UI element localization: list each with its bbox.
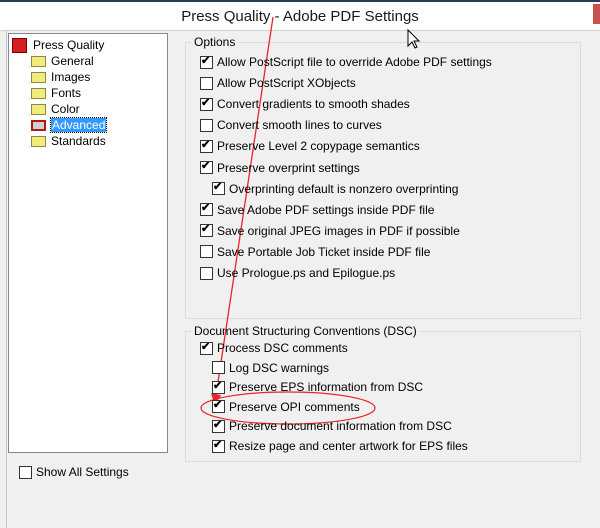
dsc-checkbox[interactable]: Preserve EPS information from DSC bbox=[212, 380, 423, 394]
folder-icon bbox=[31, 87, 46, 99]
tree-item-label: Standards bbox=[51, 134, 106, 148]
checkbox-box[interactable] bbox=[212, 361, 225, 375]
tree-item-label: Color bbox=[51, 102, 80, 116]
checkbox-box[interactable] bbox=[200, 203, 213, 217]
checkbox-label: Preserve EPS information from DSC bbox=[229, 380, 424, 395]
options-checkbox[interactable]: Save Portable Job Ticket inside PDF file bbox=[200, 245, 430, 259]
settings-tree[interactable]: Press Quality General Images Fonts Color Adv… bbox=[8, 33, 168, 453]
tree-item-images[interactable]: Images bbox=[31, 69, 90, 85]
checkbox-label: Resize page and center artwork for EPS f… bbox=[229, 439, 468, 453]
dsc-checkbox[interactable]: Preserve document information from DSC bbox=[212, 419, 452, 433]
tree-item-label: Advanced bbox=[49, 117, 108, 133]
checkbox-box[interactable] bbox=[200, 224, 213, 238]
options-checkbox[interactable]: Overprinting default is nonzero overprin… bbox=[212, 182, 458, 196]
checkbox-label: Convert gradients to smooth shades bbox=[217, 97, 410, 112]
tree-root-label: Press Quality bbox=[33, 38, 105, 52]
options-group-label: Options bbox=[192, 35, 238, 49]
folder-icon bbox=[31, 71, 46, 83]
checkbox-label: Save original JPEG images in PDF if poss… bbox=[217, 223, 460, 238]
title-bar: Press Quality - Adobe PDF Settings bbox=[0, 0, 600, 31]
options-checkbox[interactable]: Preserve Level 2 copypage semantics bbox=[200, 139, 420, 153]
checkbox-label: Save Portable Job Ticket inside PDF file bbox=[217, 244, 431, 259]
checkbox-box[interactable] bbox=[200, 139, 213, 153]
options-checkbox[interactable]: Convert smooth lines to curves bbox=[200, 118, 382, 132]
checkbox-label: Overprinting default is nonzero overprin… bbox=[229, 181, 459, 196]
options-checkbox[interactable]: Save original JPEG images in PDF if poss… bbox=[200, 224, 460, 238]
window-edge bbox=[6, 31, 7, 528]
checkbox-label: Allow PostScript file to override Adobe … bbox=[217, 55, 492, 69]
dsc-checkbox[interactable]: Process DSC comments bbox=[200, 341, 348, 355]
folder-icon bbox=[31, 55, 46, 67]
dsc-checkbox[interactable]: Resize page and center artwork for EPS f… bbox=[212, 439, 468, 453]
checkbox-label: Allow PostScript XObjects bbox=[217, 76, 356, 91]
checkbox-box[interactable] bbox=[200, 245, 213, 259]
tree-item-general[interactable]: General bbox=[31, 53, 94, 69]
checkbox-label: Preserve overprint settings bbox=[217, 160, 360, 175]
checkbox-box[interactable] bbox=[212, 182, 225, 196]
checkbox-box[interactable] bbox=[200, 55, 213, 69]
tree-item-standards[interactable]: Standards bbox=[31, 133, 106, 149]
checkbox-label: Use Prologue.ps and Epilogue.ps bbox=[217, 266, 396, 280]
checkbox-box[interactable] bbox=[212, 380, 225, 394]
checkbox-label: Process DSC comments bbox=[217, 341, 348, 355]
window-title: Press Quality - Adobe PDF Settings bbox=[181, 8, 419, 25]
checkbox-label: Log DSC warnings bbox=[229, 360, 330, 375]
tree-item-label: Fonts bbox=[51, 86, 82, 100]
show-all-settings-label: Show All Settings bbox=[36, 465, 129, 479]
show-all-settings-checkbox[interactable]: Show All Settings bbox=[19, 465, 129, 479]
checkbox-label: Save Adobe PDF settings inside PDF file bbox=[217, 202, 435, 217]
checkbox-box[interactable] bbox=[200, 76, 213, 90]
options-checkbox[interactable]: Convert gradients to smooth shades bbox=[200, 97, 410, 111]
checkbox-label: Preserve document information from DSC bbox=[229, 419, 452, 434]
options-checkbox[interactable]: Preserve overprint settings bbox=[200, 161, 360, 175]
checkbox-box[interactable] bbox=[200, 161, 213, 174]
close-button[interactable] bbox=[593, 4, 600, 24]
options-checkbox[interactable]: Allow PostScript XObjects bbox=[200, 76, 356, 90]
checkbox-label: Preserve OPI comments bbox=[229, 399, 360, 414]
checkbox-label: Preserve Level 2 copypage semantics bbox=[217, 139, 420, 154]
tree-item-label: Images bbox=[51, 70, 91, 84]
options-checkbox[interactable]: Allow PostScript file to override Adobe … bbox=[200, 55, 492, 69]
checkbox-box[interactable] bbox=[200, 97, 213, 111]
dsc-checkbox[interactable]: Log DSC warnings bbox=[212, 361, 329, 375]
options-checkbox[interactable]: Use Prologue.ps and Epilogue.ps bbox=[200, 266, 395, 280]
checkbox-box[interactable] bbox=[200, 266, 213, 280]
tree-item-label: General bbox=[51, 54, 94, 68]
pdf-settings-icon bbox=[12, 37, 27, 53]
tree-item-color[interactable]: Color bbox=[31, 101, 80, 117]
dsc-group-label: Document Structuring Conventions (DSC) bbox=[192, 324, 419, 338]
open-folder-icon bbox=[31, 119, 46, 131]
tree-root[interactable]: Press Quality bbox=[12, 37, 104, 53]
checkbox-box[interactable] bbox=[212, 439, 225, 453]
checkbox-box[interactable] bbox=[212, 419, 225, 433]
checkbox-box[interactable] bbox=[200, 118, 213, 132]
dsc-checkbox[interactable]: Preserve OPI comments bbox=[212, 400, 360, 414]
tree-item-advanced[interactable]: Advanced bbox=[31, 117, 108, 133]
checkbox-box[interactable] bbox=[212, 400, 225, 414]
folder-icon bbox=[31, 135, 46, 147]
checkbox-label: Convert smooth lines to curves bbox=[217, 118, 382, 133]
tree-item-fonts[interactable]: Fonts bbox=[31, 85, 81, 101]
options-checkbox[interactable]: Save Adobe PDF settings inside PDF file bbox=[200, 203, 434, 217]
folder-icon bbox=[31, 103, 46, 115]
checkbox-box[interactable] bbox=[200, 341, 213, 355]
checkbox-box[interactable] bbox=[19, 465, 32, 479]
